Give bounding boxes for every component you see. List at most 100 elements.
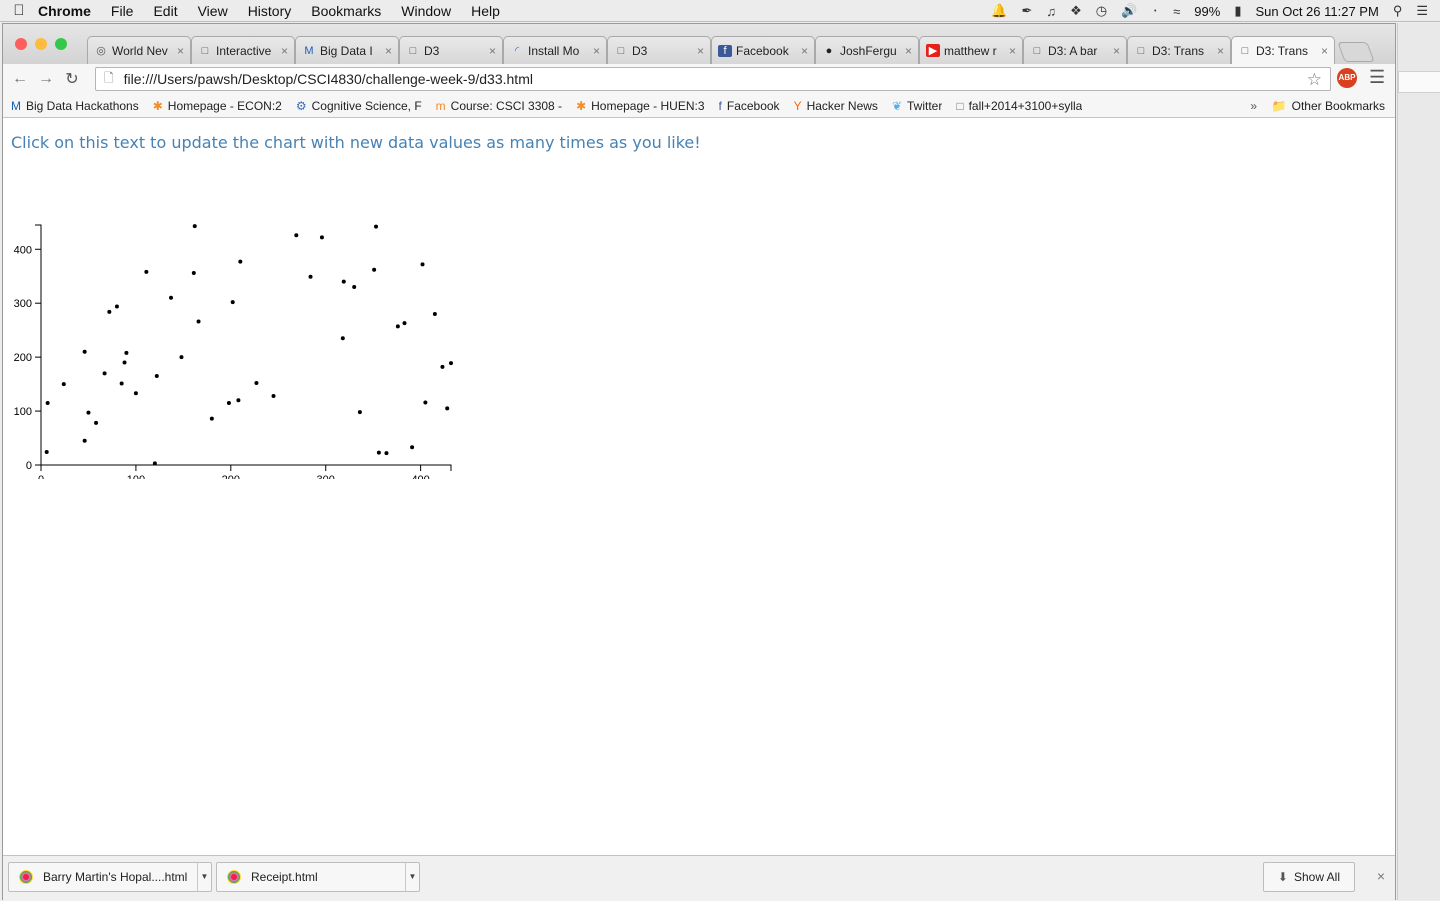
- address-url[interactable]: file:///Users/pawsh/Desktop/CSCI4830/cha…: [124, 71, 533, 87]
- page-icon: □: [409, 44, 417, 57]
- tab-2[interactable]: □ Interactive ×: [191, 36, 295, 64]
- bookmark-4[interactable]: m Course: CSCI 3308 -: [436, 99, 562, 113]
- download-menu-chevron-icon[interactable]: ▼: [405, 863, 419, 891]
- close-tab-icon[interactable]: ×: [281, 44, 288, 58]
- download-menu-chevron-icon[interactable]: ▼: [197, 863, 211, 891]
- bluetooth-icon[interactable]: ᛫: [1151, 4, 1159, 19]
- gear-icon: ⚙: [295, 98, 307, 113]
- y-tick-label: 200: [14, 352, 32, 364]
- tab-11[interactable]: □ D3: Trans ×: [1127, 36, 1231, 64]
- close-tab-icon[interactable]: ×: [489, 44, 496, 58]
- data-point: [61, 382, 66, 387]
- data-point: [45, 400, 50, 405]
- menu-clock[interactable]: Sun Oct 26 11:27 PM: [1255, 4, 1378, 19]
- close-window-button[interactable]: [15, 38, 27, 50]
- menu-bookmarks[interactable]: Bookmarks: [311, 3, 381, 19]
- tab-12[interactable]: □ D3: Trans ×: [1231, 36, 1335, 64]
- bookmark-5[interactable]: ✱ Homepage - HUEN:3: [576, 99, 704, 113]
- bookmark-3[interactable]: ⚙ Cognitive Science, F: [296, 99, 422, 113]
- menu-edit[interactable]: Edit: [153, 3, 177, 19]
- tab-3[interactable]: M Big Data I ×: [295, 36, 399, 64]
- close-tab-icon[interactable]: ×: [177, 44, 184, 58]
- feather-icon[interactable]: ✒: [1021, 3, 1032, 19]
- update-chart-prompt[interactable]: Click on this text to update the chart w…: [11, 133, 701, 152]
- page-content: Click on this text to update the chart w…: [3, 119, 1395, 855]
- close-tab-icon[interactable]: ×: [801, 44, 808, 58]
- twitter-icon: ❦: [891, 98, 902, 113]
- bookmarks-overflow-chevron[interactable]: »: [1250, 99, 1257, 113]
- data-point: [124, 350, 129, 355]
- browser-toolbar: ← → ↻ 🗋 file:///Users/pawsh/Desktop/CSCI…: [3, 64, 1395, 94]
- data-point: [432, 311, 437, 316]
- volume-icon[interactable]: 🔊: [1121, 3, 1137, 19]
- data-point: [209, 416, 214, 421]
- bookmark-star-icon[interactable]: ☆: [1307, 70, 1322, 90]
- menu-help[interactable]: Help: [471, 3, 500, 19]
- dropbox-icon[interactable]: ❖: [1070, 3, 1082, 19]
- close-tab-icon[interactable]: ×: [697, 44, 704, 58]
- wifi-icon[interactable]: ≈: [1173, 4, 1180, 19]
- bookmark-1[interactable]: M Big Data Hackathons: [11, 99, 139, 113]
- new-tab-button[interactable]: [1337, 42, 1375, 62]
- data-point: [449, 361, 453, 366]
- tab-4[interactable]: □ D3 ×: [399, 36, 503, 64]
- download-item-2[interactable]: Receipt.html ▼: [216, 862, 420, 892]
- data-point: [271, 393, 276, 398]
- bookmark-9[interactable]: □ fall+2014+3100+sylla: [956, 99, 1082, 113]
- tab-10[interactable]: □ D3: A bar ×: [1023, 36, 1127, 64]
- bookmark-7[interactable]: Y Hacker News: [794, 99, 878, 113]
- bookmark-6[interactable]: f Facebook: [719, 99, 780, 113]
- zoom-window-button[interactable]: [55, 38, 67, 50]
- back-arrow-icon[interactable]: ←: [7, 70, 33, 88]
- notification-center-icon[interactable]: ☰: [1416, 3, 1428, 19]
- apple-icon[interactable]: : [0, 2, 38, 19]
- spinner-icon: ◜: [514, 45, 520, 57]
- data-point: [308, 274, 313, 279]
- tab-1[interactable]: ◎ World Nev ×: [87, 36, 191, 64]
- page-icon: □: [956, 98, 964, 113]
- tab-5[interactable]: ◜ Install Mo ×: [503, 36, 607, 64]
- reload-icon[interactable]: ↻: [59, 69, 85, 89]
- download-item-1[interactable]: Barry Martin's Hopal....html ▼: [8, 862, 212, 892]
- data-point: [107, 309, 112, 314]
- close-tab-icon[interactable]: ×: [1009, 44, 1016, 58]
- data-point: [122, 360, 127, 365]
- spotlight-search-icon[interactable]: ⚲: [1393, 3, 1403, 19]
- forward-arrow-icon[interactable]: →: [33, 70, 59, 88]
- close-tab-icon[interactable]: ×: [1113, 44, 1120, 58]
- adblock-plus-icon[interactable]: ABP: [1337, 68, 1357, 88]
- close-tab-icon[interactable]: ×: [905, 44, 912, 58]
- bookmark-8[interactable]: ❦ Twitter: [892, 99, 942, 113]
- page-icon: □: [1241, 44, 1249, 57]
- close-download-shelf-icon[interactable]: ×: [1377, 868, 1385, 884]
- menu-view[interactable]: View: [198, 3, 228, 19]
- close-tab-icon[interactable]: ×: [593, 44, 600, 58]
- chrome-menu-icon[interactable]: ☰: [1369, 67, 1385, 88]
- minimize-window-button[interactable]: [35, 38, 47, 50]
- download-item-1-name: Barry Martin's Hopal....html: [43, 870, 188, 884]
- menu-history[interactable]: History: [248, 3, 292, 19]
- other-bookmarks[interactable]: 📁 Other Bookmarks: [1272, 99, 1385, 113]
- tab-9[interactable]: ▶ matthew r ×: [919, 36, 1023, 64]
- tab-7[interactable]: f Facebook ×: [711, 36, 815, 64]
- address-bar[interactable]: 🗋 file:///Users/pawsh/Desktop/CSCI4830/c…: [95, 67, 1331, 91]
- data-point: [420, 262, 425, 267]
- notification-bell-icon[interactable]: 🔔: [991, 3, 1007, 19]
- time-machine-icon[interactable]: ◷: [1096, 3, 1107, 19]
- battery-icon[interactable]: ▮: [1234, 3, 1241, 19]
- app-menu-chrome[interactable]: Chrome: [38, 3, 91, 19]
- close-tab-icon[interactable]: ×: [1321, 44, 1328, 58]
- data-point: [352, 285, 357, 290]
- tab-8[interactable]: ● JoshFergu ×: [815, 36, 919, 64]
- audio-icon[interactable]: ♫: [1046, 4, 1056, 19]
- show-all-downloads-button[interactable]: ⬇ Show All: [1262, 862, 1355, 892]
- close-tab-icon[interactable]: ×: [385, 44, 392, 58]
- close-tab-icon[interactable]: ×: [1217, 44, 1224, 58]
- page-icon: □: [1137, 44, 1145, 57]
- menu-window[interactable]: Window: [401, 3, 451, 19]
- github-icon: ●: [825, 44, 833, 57]
- data-point: [445, 406, 450, 411]
- menu-file[interactable]: File: [111, 3, 134, 19]
- bookmark-2[interactable]: ✱ Homepage - ECON:2: [153, 99, 282, 113]
- tab-6[interactable]: □ D3 ×: [607, 36, 711, 64]
